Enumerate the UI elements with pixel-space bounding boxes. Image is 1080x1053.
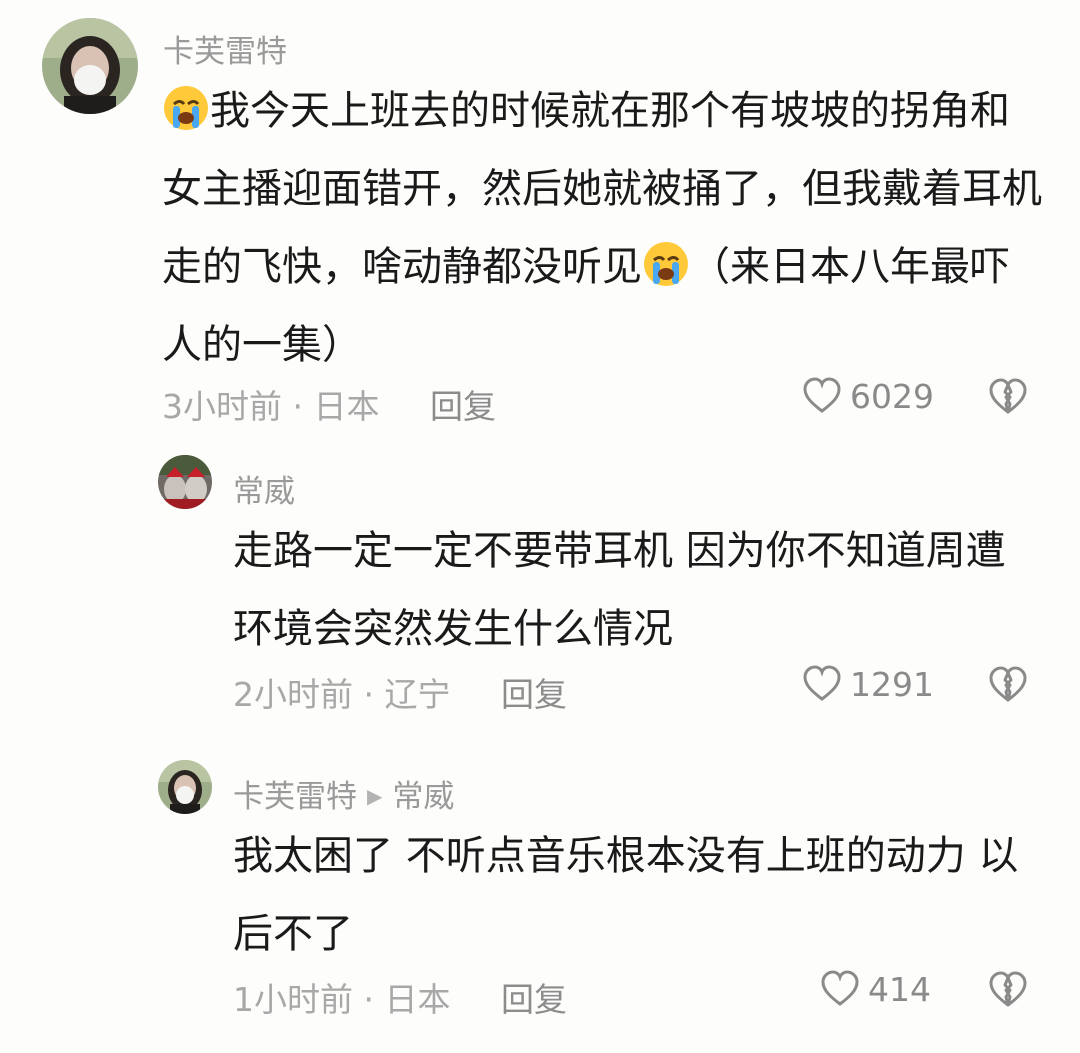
broken-heart-icon (989, 378, 1027, 414)
reply-button[interactable]: 回复 (501, 980, 567, 1019)
reply-meta: 1小时前 · 日本 回复 (233, 973, 567, 1021)
comment-item: 卡芙雷特 我今天上班去的时候就在那个有坡坡的拐角和女主播迎面错开，然后她就被捅了… (0, 0, 1080, 440)
reply-username[interactable]: 常威 (233, 466, 295, 511)
broken-heart-icon (989, 971, 1027, 1007)
reply-to-username[interactable]: 常威 (392, 779, 454, 815)
like-button[interactable]: 414 (820, 969, 931, 1009)
reply-button[interactable]: 回复 (430, 387, 496, 426)
reply-button[interactable]: 回复 (501, 675, 567, 714)
reply-meta: 2小时前 · 辽宁 回复 (233, 668, 567, 716)
reply-arrow-icon: ▶ (367, 784, 383, 808)
heart-outline-icon (803, 377, 841, 413)
comment-location: 日本 (313, 387, 380, 426)
comment-meta: 3小时前 · 日本 回复 (162, 380, 496, 428)
reply-username[interactable]: 卡芙雷特 (233, 779, 357, 815)
reply-location: 日本 (384, 980, 451, 1019)
reply-username-line: 卡芙雷特 ▶ 常威 (233, 771, 454, 816)
avatar[interactable] (158, 455, 212, 509)
reply-time: 1小时前 (233, 980, 353, 1019)
reply-item: 卡芙雷特 ▶ 常威 我太困了 不听点音乐根本没有上班的动力 以后不了 1小时前 · … (0, 745, 1080, 1045)
meta-separator: · (363, 675, 375, 714)
avatar[interactable] (158, 760, 212, 814)
reply-item: 常威 走路一定一定不要带耳机 因为你不知道周遭环境会突然发生什么情况 2小时前 … (0, 440, 1080, 740)
reply-time: 2小时前 (233, 675, 353, 714)
dislike-button[interactable] (988, 970, 1028, 1014)
comment-text: 我今天上班去的时候就在那个有坡坡的拐角和女主播迎面错开，然后她就被捅了，但我戴着… (162, 72, 1042, 384)
reply-location: 辽宁 (384, 675, 451, 714)
meta-separator: · (292, 387, 304, 426)
like-button[interactable]: 1291 (802, 664, 934, 704)
reply-text: 我太困了 不听点音乐根本没有上班的动力 以后不了 (233, 833, 1019, 957)
like-count: 414 (868, 969, 931, 1009)
heart-outline-icon (821, 970, 859, 1006)
like-count: 1291 (850, 664, 934, 704)
meta-separator: · (363, 980, 375, 1019)
comment-time: 3小时前 (162, 387, 282, 426)
reply-text: 走路一定一定不要带耳机 因为你不知道周遭环境会突然发生什么情况 (233, 528, 1006, 652)
broken-heart-icon (989, 666, 1027, 702)
dislike-button[interactable] (988, 665, 1028, 709)
crying-face-emoji-icon (642, 236, 690, 286)
avatar[interactable] (42, 18, 138, 114)
comment-username[interactable]: 卡芙雷特 (163, 26, 287, 71)
crying-face-emoji-icon (162, 80, 210, 130)
dislike-button[interactable] (988, 377, 1028, 421)
heart-outline-icon (803, 665, 841, 701)
like-count: 6029 (850, 376, 934, 416)
like-button[interactable]: 6029 (802, 376, 934, 416)
